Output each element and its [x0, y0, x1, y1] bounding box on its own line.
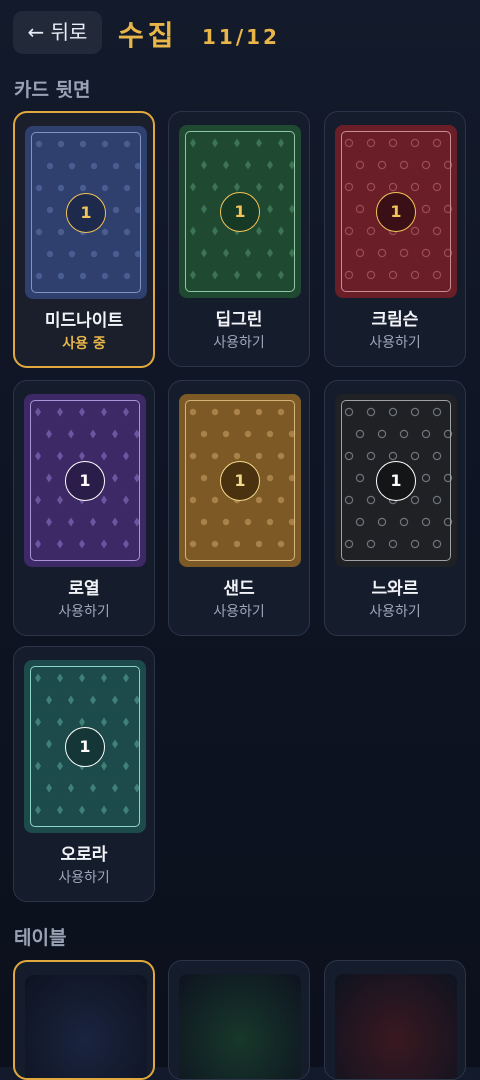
card-count-badge: 1 — [65, 726, 105, 767]
card-back-preview: 1 — [25, 126, 147, 299]
card-count-badge: 1 — [220, 191, 260, 232]
card-count-badge: 1 — [65, 460, 105, 501]
back-button[interactable]: ← 뒤로 — [13, 11, 102, 54]
table-preview — [179, 974, 301, 1079]
card-back-preview: 1 — [24, 394, 146, 567]
card-back-name: 느와르 — [371, 579, 419, 599]
use-button[interactable]: 사용하기 — [14, 867, 154, 887]
card-back-preview: 1 — [335, 394, 457, 567]
use-button[interactable]: 사용하기 — [325, 332, 465, 352]
table-preview — [25, 975, 147, 1078]
card-count-badge: 1 — [376, 460, 416, 501]
card-back-name: 크림슨 — [371, 310, 419, 330]
card-back-tile[interactable]: 1 크림슨 사용하기 — [324, 111, 466, 367]
table-preview — [335, 974, 457, 1079]
table-tile[interactable] — [168, 960, 310, 1080]
card-back-name: 로열 — [68, 579, 100, 599]
use-button[interactable]: 사용하기 — [169, 332, 309, 352]
page-title: 수집 — [118, 19, 178, 52]
card-back-name: 딥그린 — [215, 310, 263, 330]
card-back-tile[interactable]: 1 미드나이트사용 중 — [13, 111, 155, 368]
card-back-tile[interactable]: 1 오로라 사용하기 — [13, 646, 155, 902]
card-count-badge: 1 — [220, 460, 260, 501]
section-title-tables: 테이블 — [14, 927, 67, 949]
card-back-preview: 1 — [179, 394, 301, 567]
card-back-tile[interactable]: 1 딥그린 사용하기 — [168, 111, 310, 367]
section-title-card-backs: 카드 뒷면 — [14, 79, 91, 101]
card-back-preview: 1 — [335, 125, 457, 298]
header: ← 뒤로 수집 11/12 — [0, 0, 480, 70]
in-use-label: 사용 중 — [62, 336, 106, 352]
card-back-name: 오로라 — [60, 845, 108, 865]
card-back-preview: 1 — [179, 125, 301, 298]
table-tile[interactable] — [324, 960, 466, 1080]
use-button[interactable]: 사용하기 — [169, 601, 309, 621]
card-count-badge: 1 — [66, 192, 106, 233]
card-back-name: 미드나이트 — [44, 311, 124, 331]
card-back-tile[interactable]: 1 샌드 사용하기 — [168, 380, 310, 636]
use-button[interactable]: 사용하기 — [14, 601, 154, 621]
card-back-tile[interactable]: 1 느와르 사용하기 — [324, 380, 466, 636]
use-button[interactable]: 사용하기 — [325, 601, 465, 621]
card-count-badge: 1 — [376, 191, 416, 232]
collection-counter: 11/12 — [202, 25, 280, 49]
card-back-tile[interactable]: 1 로열 사용하기 — [13, 380, 155, 636]
card-back-preview: 1 — [24, 660, 146, 833]
card-back-name: 샌드 — [223, 579, 255, 599]
table-tile[interactable] — [13, 960, 155, 1080]
